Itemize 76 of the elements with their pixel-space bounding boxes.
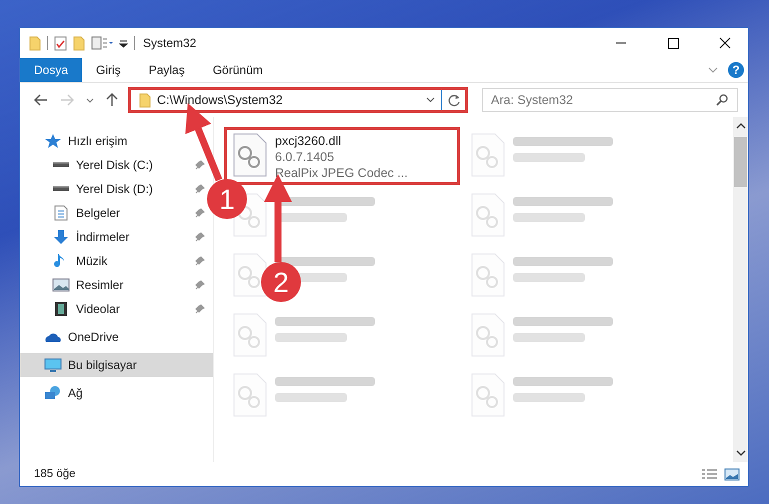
- scrollbar[interactable]: [733, 117, 748, 462]
- file-detail: 6.0.7.1405: [275, 149, 336, 165]
- view-icon[interactable]: [91, 36, 113, 50]
- sidebar-item[interactable]: Yerel Disk (C:): [20, 153, 213, 177]
- large-icons-view-icon[interactable]: [724, 468, 740, 480]
- gears-file-icon: [471, 313, 505, 357]
- dropdown-icon[interactable]: [426, 97, 435, 103]
- sidebar-item[interactable]: Resimler: [20, 273, 213, 297]
- blurred-detail-bar: [513, 273, 585, 282]
- film-icon: [52, 301, 70, 317]
- back-icon[interactable]: [34, 94, 48, 106]
- sidebar-item[interactable]: Belgeler: [20, 201, 213, 225]
- sidebar-item[interactable]: Hızlı erişim: [20, 129, 213, 153]
- step-badge: [207, 179, 247, 219]
- details-view-icon[interactable]: [701, 468, 718, 480]
- image-icon: [52, 277, 70, 293]
- network-icon: [44, 385, 62, 401]
- pin-icon[interactable]: [195, 160, 205, 170]
- sidebar-item[interactable]: Yerel Disk (D:): [20, 177, 213, 201]
- sidebar-item[interactable]: Müzik: [20, 249, 213, 273]
- document-icon: [52, 205, 70, 221]
- sidebar-item[interactable]: Bu bilgisayar: [20, 353, 213, 377]
- pin-icon[interactable]: [195, 280, 205, 290]
- up-icon[interactable]: [106, 93, 118, 107]
- sidebar-item[interactable]: Videolar: [20, 297, 213, 321]
- file-item[interactable]: pxcj3260.dll 6.0.7.1405 RealPix JPEG Codec ...: [224, 127, 460, 185]
- blurred-detail-bar: [275, 393, 347, 402]
- window-title: System32: [143, 36, 196, 50]
- download-icon: [52, 229, 70, 245]
- pin-icon[interactable]: [195, 304, 205, 314]
- customize-icon[interactable]: [119, 38, 128, 48]
- scroll-up-icon[interactable]: [736, 123, 746, 129]
- step-number: 2: [273, 267, 289, 298]
- blurred-detail-bar: [513, 153, 585, 162]
- gears-file-icon: [471, 133, 505, 177]
- gears-file-icon: [233, 133, 267, 177]
- pin-icon[interactable]: [195, 184, 205, 194]
- sidebar-item[interactable]: Ağ: [20, 381, 213, 405]
- blurred-detail-bar: [513, 213, 585, 222]
- address-bar[interactable]: C:\Windows\System32: [128, 87, 468, 113]
- blurred-detail-bar: [275, 333, 347, 342]
- pin-icon[interactable]: [195, 256, 205, 266]
- ribbon-tab[interactable]: Giriş: [82, 58, 135, 82]
- search-field[interactable]: Ara: System32: [482, 88, 738, 112]
- pin-icon[interactable]: [195, 232, 205, 242]
- dropdown-icon[interactable]: [86, 98, 94, 102]
- folder-icon: [139, 92, 151, 108]
- ribbon-tab[interactable]: Paylaş: [134, 58, 199, 82]
- ribbon-tab[interactable]: Dosya: [20, 58, 82, 82]
- gears-file-icon: [471, 373, 505, 417]
- file-detail: RealPix JPEG Codec ...: [275, 165, 408, 181]
- monitor-icon: [44, 357, 62, 373]
- properties-icon[interactable]: [54, 36, 67, 50]
- step-badge: [261, 262, 301, 302]
- star-icon: [44, 133, 62, 149]
- gears-file-icon: [233, 313, 267, 357]
- item-count: 185 öğe: [34, 468, 76, 480]
- gears-file-icon: [233, 373, 267, 417]
- drive-icon: [52, 162, 70, 168]
- drive-icon: [52, 186, 70, 192]
- file-name: pxcj3260.dll: [275, 133, 342, 149]
- blurred-detail-bar: [513, 333, 585, 342]
- step-number: 1: [219, 184, 235, 215]
- gears-file-icon: [471, 253, 505, 297]
- blurred-detail-bar: [513, 393, 585, 402]
- chevron-icon[interactable]: [708, 67, 718, 73]
- refresh-icon[interactable]: [448, 94, 461, 106]
- gears-file-icon: [233, 253, 267, 297]
- ribbon-tab[interactable]: Görünüm: [198, 58, 277, 82]
- scroll-thumb[interactable]: [734, 137, 747, 187]
- pin-icon[interactable]: [195, 208, 205, 218]
- gears-file-icon: [471, 193, 505, 237]
- help-button[interactable]: ?: [728, 62, 744, 78]
- scroll-down-icon[interactable]: [736, 450, 746, 456]
- sidebar-item[interactable]: OneDrive: [20, 325, 213, 349]
- sidebar-item[interactable]: İndirmeler: [20, 225, 213, 249]
